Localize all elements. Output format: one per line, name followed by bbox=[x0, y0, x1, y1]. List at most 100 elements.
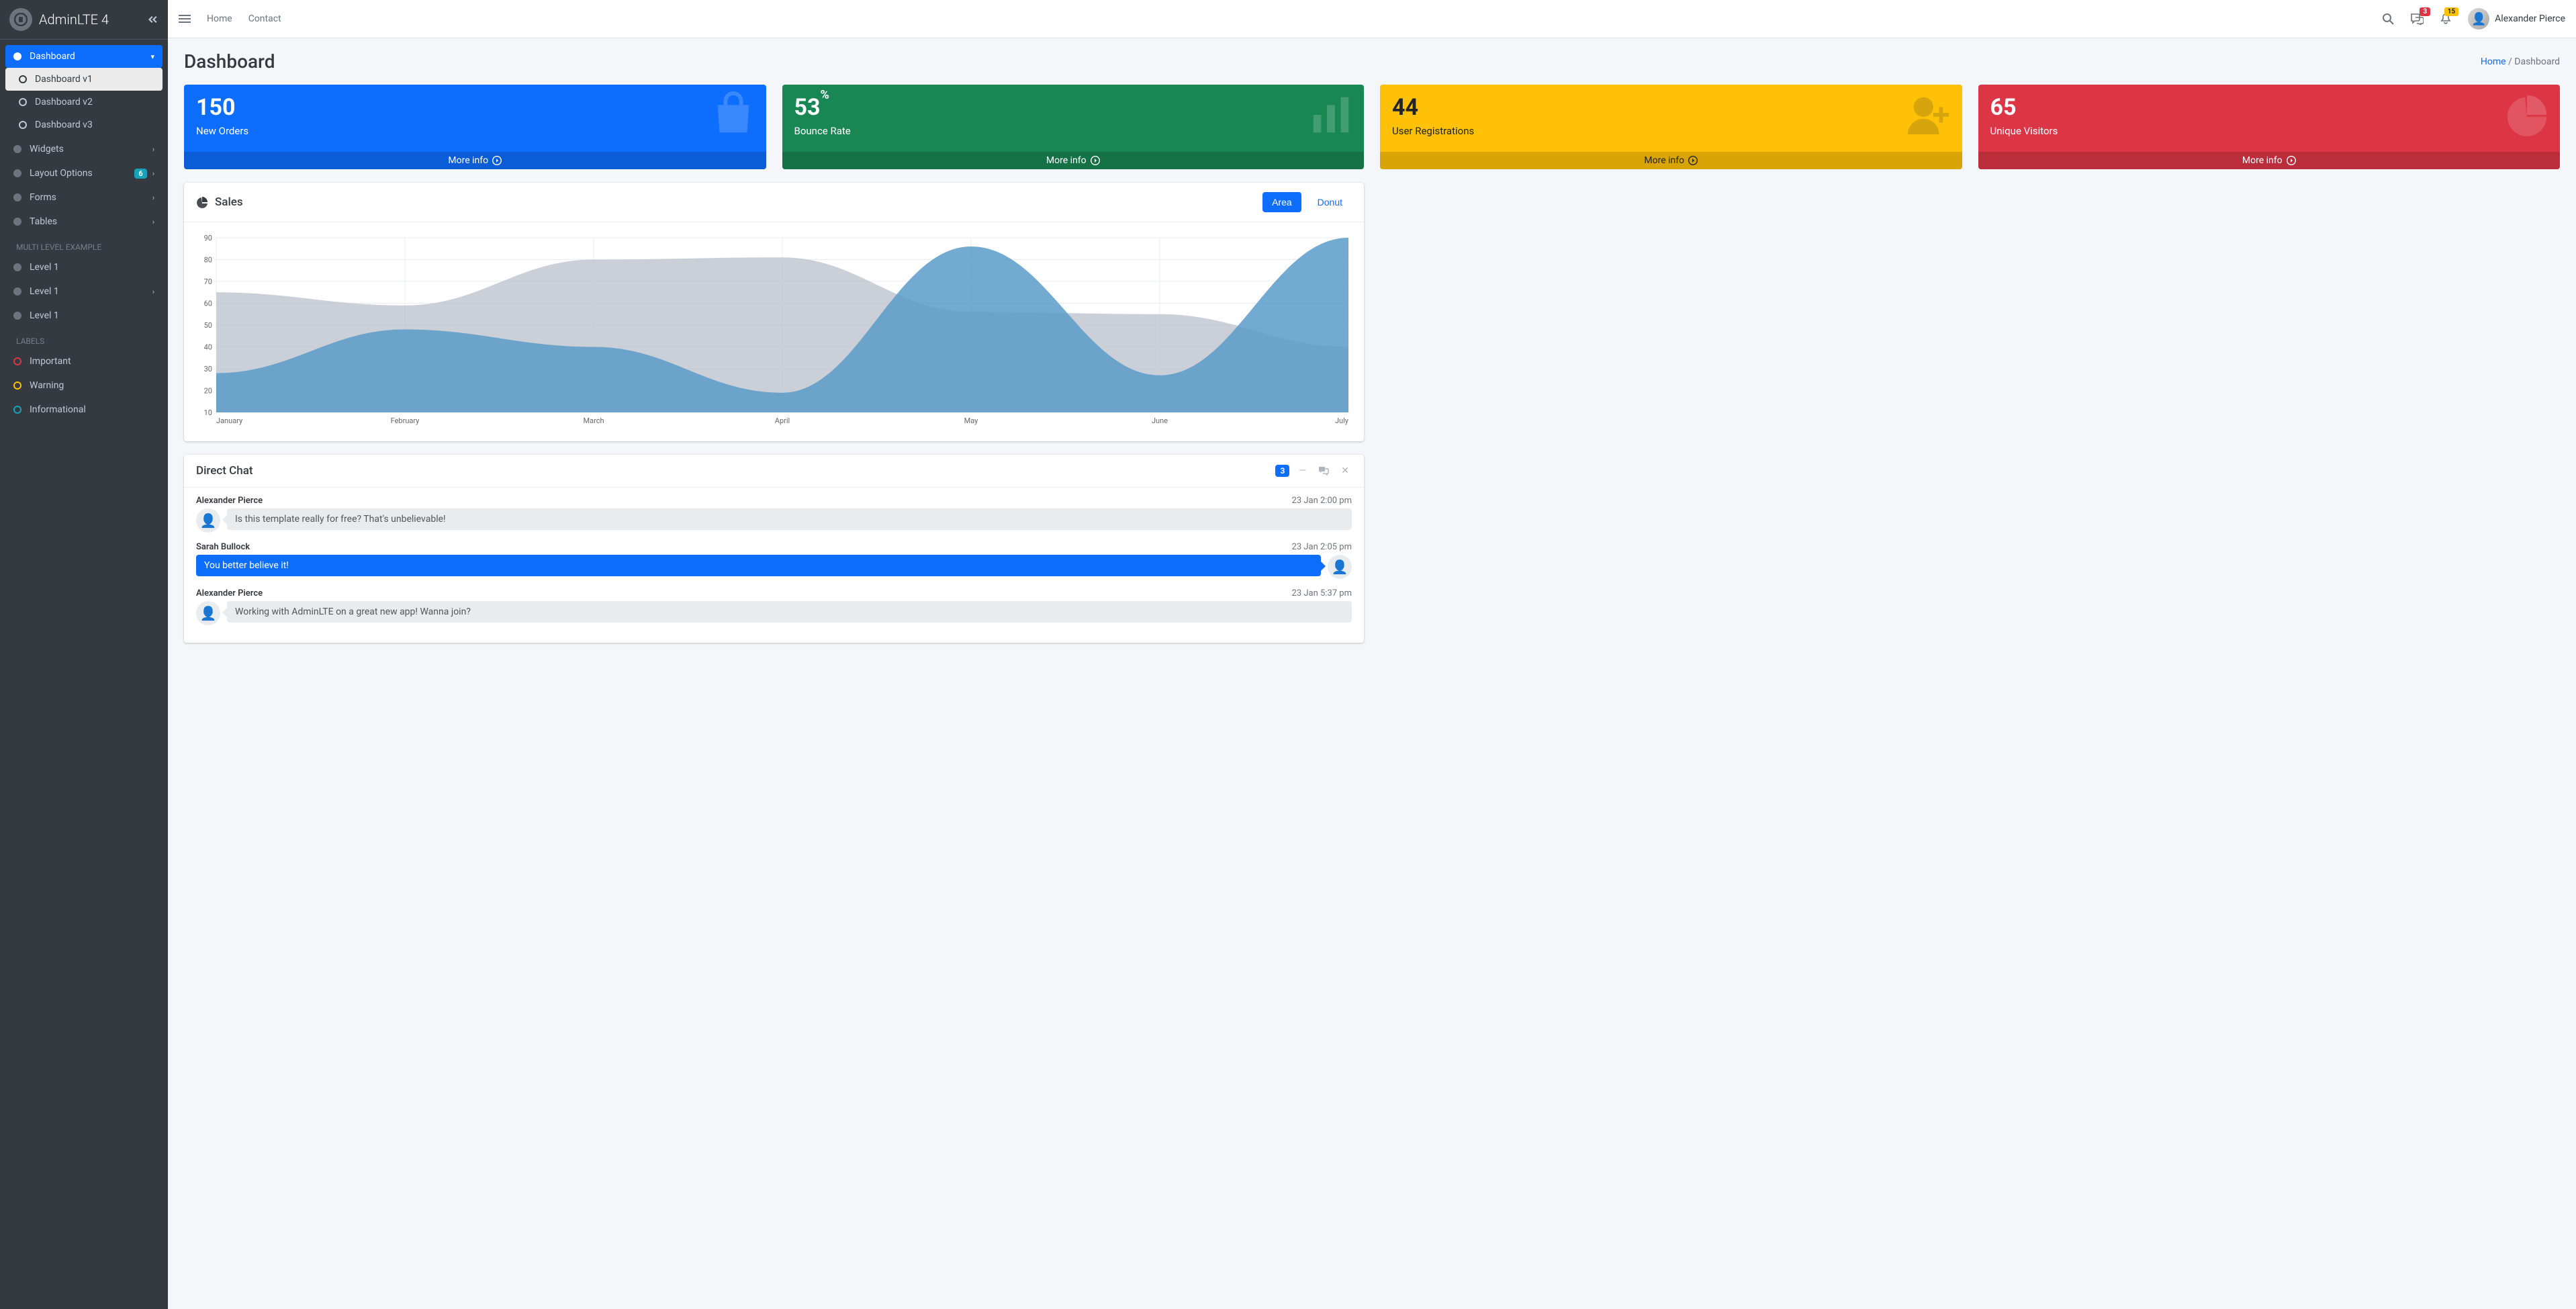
more-info-link[interactable]: More info bbox=[1978, 152, 2561, 169]
sidebar-item-label: Level 1 bbox=[30, 310, 154, 321]
bullet-icon bbox=[13, 52, 21, 60]
sales-card: Sales Area Donut 102030405060708090Janua… bbox=[184, 183, 1364, 441]
msg-name: Sarah Bullock bbox=[196, 542, 250, 552]
tab-donut[interactable]: Donut bbox=[1308, 192, 1352, 212]
bullet-icon bbox=[13, 193, 21, 201]
messages-icon[interactable]: 3 bbox=[2410, 13, 2424, 25]
chat-message: 23 Jan 2:05 pmSarah Bullock👤You better b… bbox=[196, 542, 1352, 579]
sidebar-item-label: Level 1 bbox=[30, 286, 152, 297]
sidebar-item-dashboard[interactable]: Dashboard ▾ bbox=[5, 45, 163, 68]
stat-value: 150 bbox=[196, 94, 754, 121]
tab-area[interactable]: Area bbox=[1262, 192, 1301, 212]
svg-text:July: July bbox=[1335, 416, 1349, 425]
svg-text:February: February bbox=[391, 416, 420, 425]
svg-text:January: January bbox=[216, 416, 243, 425]
card-title: Sales bbox=[215, 195, 243, 209]
minimize-icon[interactable]: — bbox=[1296, 465, 1309, 476]
topnav-link-contact[interactable]: Contact bbox=[248, 13, 281, 24]
bullet-icon bbox=[13, 312, 21, 320]
bullet-icon bbox=[13, 287, 21, 296]
avatar: 👤 bbox=[196, 601, 220, 625]
chevron-right-icon: › bbox=[152, 193, 154, 202]
stat-icon bbox=[1307, 91, 1354, 138]
sidebar-label-warning[interactable]: Warning bbox=[5, 374, 163, 397]
sidebar-item-tables[interactable]: Tables› bbox=[5, 210, 163, 233]
sidebar-item-label: Forms bbox=[30, 192, 152, 203]
avatar: 👤 bbox=[196, 508, 220, 533]
topnav: Home Contact 3 15 👤 Alexander Pierce bbox=[168, 0, 2576, 38]
stat-label: Bounce Rate bbox=[794, 125, 1352, 137]
hamburger-icon[interactable] bbox=[179, 13, 191, 25]
svg-text:March: March bbox=[583, 416, 604, 425]
sidebar-item-label: Tables bbox=[30, 216, 152, 227]
brand-logo-icon bbox=[9, 8, 32, 31]
bell-icon[interactable]: 15 bbox=[2440, 13, 2452, 25]
svg-text:70: 70 bbox=[204, 277, 212, 286]
sidebar-label-informational[interactable]: Informational bbox=[5, 398, 163, 421]
stat-icon bbox=[1906, 91, 1953, 138]
sidebar-label-important[interactable]: Important bbox=[5, 350, 163, 373]
circle-icon bbox=[19, 75, 27, 83]
stat-value: 53% bbox=[794, 94, 1352, 121]
brand[interactable]: AdminLTE 4 bbox=[0, 0, 168, 40]
sidebar-item-label: Level 1 bbox=[30, 262, 154, 273]
circle-icon bbox=[19, 121, 27, 129]
card-title: Direct Chat bbox=[196, 464, 253, 478]
stat-value: 65 bbox=[1990, 94, 2548, 121]
breadcrumb-home[interactable]: Home bbox=[2481, 56, 2506, 67]
content-header: Dashboard Home / Dashboard bbox=[168, 38, 2576, 85]
sidebar-item-label: Dashboard v1 bbox=[35, 74, 154, 85]
badge: 15 bbox=[2444, 7, 2458, 16]
user-menu[interactable]: 👤 Alexander Pierce bbox=[2468, 8, 2565, 30]
avatar: 👤 bbox=[2468, 8, 2489, 30]
badge: 3 bbox=[2420, 7, 2430, 16]
svg-text:April: April bbox=[775, 416, 790, 425]
topnav-link-home[interactable]: Home bbox=[207, 13, 232, 24]
chevron-down-icon: ▾ bbox=[150, 52, 154, 61]
stat-label: User Registrations bbox=[1392, 125, 1950, 137]
sidebar-item-level1-c[interactable]: Level 1 bbox=[5, 304, 163, 327]
search-icon[interactable] bbox=[2382, 13, 2394, 25]
avatar: 👤 bbox=[1328, 555, 1352, 579]
bullet-icon bbox=[13, 169, 21, 177]
sidebar-item-level1-a[interactable]: Level 1 bbox=[5, 256, 163, 279]
sidebar-item-level1-b[interactable]: Level 1› bbox=[5, 280, 163, 303]
svg-text:30: 30 bbox=[204, 365, 212, 373]
brand-text: AdminLTE 4 bbox=[39, 11, 146, 28]
sidebar-item-layout-options[interactable]: Layout Options6› bbox=[5, 162, 163, 185]
nav-header: MULTI LEVEL EXAMPLE bbox=[5, 234, 163, 256]
circle-icon bbox=[13, 406, 21, 414]
sidebar-collapse-icon[interactable] bbox=[146, 13, 158, 26]
chevron-right-icon: › bbox=[152, 218, 154, 226]
chat-message: Alexander Pierce23 Jan 5:37 pm👤Working w… bbox=[196, 588, 1352, 625]
nav-header: LABELS bbox=[5, 328, 163, 350]
chevron-right-icon: › bbox=[152, 145, 154, 154]
stat-box: 53% Bounce Rate More info bbox=[782, 85, 1365, 169]
sidebar-item-dashboard-v1[interactable]: Dashboard v1 bbox=[5, 68, 163, 91]
svg-text:10: 10 bbox=[204, 408, 212, 417]
circle-icon bbox=[13, 357, 21, 365]
breadcrumb-current: Dashboard bbox=[2514, 56, 2560, 67]
chevron-right-icon: › bbox=[152, 169, 154, 178]
sidebar-item-widgets[interactable]: Widgets› bbox=[5, 138, 163, 161]
more-info-link[interactable]: More info bbox=[1380, 152, 1962, 169]
sidebar-item-label: Important bbox=[30, 356, 154, 367]
stat-icon bbox=[2503, 91, 2550, 138]
chat-message: Alexander Pierce23 Jan 2:00 pm👤Is this t… bbox=[196, 496, 1352, 533]
user-name: Alexander Pierce bbox=[2495, 13, 2565, 24]
svg-text:50: 50 bbox=[204, 321, 212, 330]
more-info-link[interactable]: More info bbox=[782, 152, 1365, 169]
contacts-icon[interactable] bbox=[1316, 466, 1332, 476]
more-info-link[interactable]: More info bbox=[184, 152, 766, 169]
svg-text:June: June bbox=[1152, 416, 1168, 425]
chat-count-badge: 3 bbox=[1275, 465, 1289, 477]
close-icon[interactable]: ✕ bbox=[1338, 465, 1352, 476]
stat-value: 44 bbox=[1392, 94, 1950, 121]
bullet-icon bbox=[13, 218, 21, 226]
sidebar-item-dashboard-v3[interactable]: Dashboard v3 bbox=[5, 114, 163, 136]
breadcrumb: Home / Dashboard bbox=[2481, 56, 2560, 67]
sidebar-item-forms[interactable]: Forms› bbox=[5, 186, 163, 209]
circle-icon bbox=[19, 98, 27, 106]
chat-body: Alexander Pierce23 Jan 2:00 pm👤Is this t… bbox=[184, 488, 1364, 643]
sidebar-item-dashboard-v2[interactable]: Dashboard v2 bbox=[5, 91, 163, 114]
